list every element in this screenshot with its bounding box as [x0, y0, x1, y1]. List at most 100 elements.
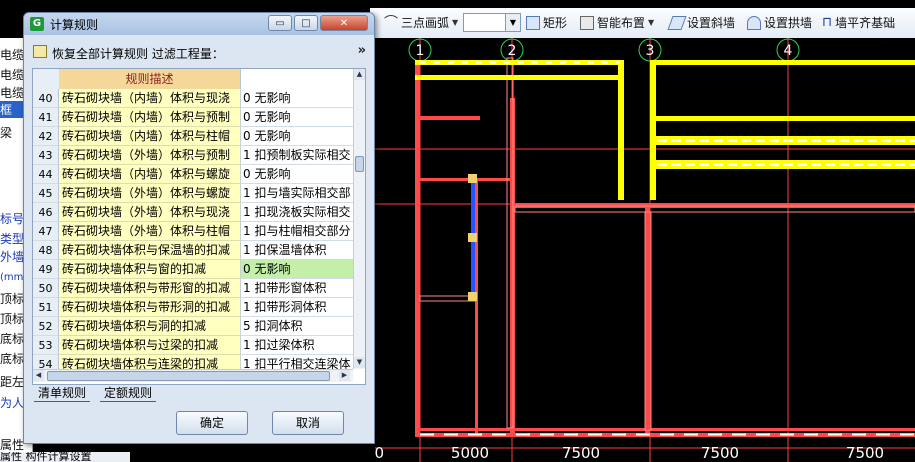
arc-icon: ⌒: [384, 15, 398, 31]
title-bar[interactable]: G 计算规则 ▭ □ ✕: [24, 13, 374, 35]
table-row[interactable]: 49 砖石砌块墙体积与窗的扣减 0 无影响: [33, 260, 353, 279]
table-row[interactable]: 52 砖石砌块墙体积与洞的扣减 5 扣洞体积: [33, 317, 353, 336]
rule-description: 砖石砌块墙（外墙）体积与现浇: [59, 203, 241, 222]
table-row[interactable]: 43 砖石砌块墙（外墙）体积与预制 1 扣预制板实际相交: [33, 146, 353, 165]
rule-description: 砖石砌块墙体积与洞的扣减: [59, 317, 241, 336]
rule-description: 砖石砌块墙（外墙）体积与螺旋: [59, 184, 241, 203]
table-row[interactable]: 45 砖石砌块墙（外墙）体积与螺旋 1 扣与墙实际相交部: [33, 184, 353, 203]
rect-icon: [526, 16, 540, 30]
chevron-down-icon: ▼: [648, 18, 655, 27]
vertical-scrollbar[interactable]: ▲ ▼: [353, 69, 365, 369]
table-row[interactable]: 44 砖石砌块墙（内墙）体积与螺旋 0 无影响: [33, 165, 353, 184]
rect-tool[interactable]: 矩形: [526, 13, 567, 33]
column-header-value[interactable]: [241, 69, 353, 90]
column-header-description[interactable]: 规则描述: [59, 69, 241, 90]
rule-value[interactable]: 5 扣洞体积: [241, 317, 353, 336]
beam-node: [468, 233, 477, 242]
scroll-down-icon[interactable]: ▼: [354, 357, 365, 368]
rule-value[interactable]: 1 扣预制板实际相交: [241, 146, 353, 165]
rule-description: 砖石砌块墙体积与过梁的扣减: [59, 336, 241, 355]
rule-value[interactable]: 0 无影响: [241, 89, 353, 108]
hatched-wall: [419, 295, 476, 302]
horizontal-scrollbar[interactable]: ◀ ▶: [33, 369, 353, 382]
scroll-up-icon[interactable]: ▲: [354, 69, 365, 80]
smart-layout-tool[interactable]: 智能布置 ▼: [580, 13, 654, 33]
table-row[interactable]: 50 砖石砌块墙体积与带形窗的扣减 1 扣带形窗体积: [33, 279, 353, 298]
rule-value[interactable]: 0 无影响: [241, 108, 353, 127]
rule-description: 砖石砌块墙体积与窗的扣减: [59, 260, 241, 279]
rule-value[interactable]: 1 扣带形洞体积: [241, 298, 353, 317]
tab-quota-rules[interactable]: 定额规则: [100, 385, 157, 402]
restore-rules-button[interactable]: 恢复全部计算规则 过滤工程量：: [52, 45, 224, 62]
rule-description: 砖石砌块墙（外墙）体积与柱帽: [59, 222, 241, 241]
axis-number: 1: [416, 43, 425, 59]
row-number: 52: [33, 317, 59, 336]
dimension-text: 7500: [846, 444, 884, 462]
vertical-scroll-thumb[interactable]: [355, 156, 364, 172]
scroll-right-icon[interactable]: ▶: [339, 370, 350, 381]
rule-value[interactable]: 1 扣保温墙体积: [241, 241, 353, 260]
rule-tabs: 清单规则 定额规则: [34, 385, 234, 403]
rule-value[interactable]: 1 扣现浇板实际相交: [241, 203, 353, 222]
restore-rules-icon[interactable]: [33, 45, 47, 58]
table-row[interactable]: 41 砖石砌块墙（内墙）体积与预制 0 无影响: [33, 108, 353, 127]
rule-description: 砖石砌块墙体积与保温墙的扣减: [59, 241, 241, 260]
row-number: 53: [33, 336, 59, 355]
rule-value[interactable]: 0 无影响: [241, 127, 353, 146]
cancel-button[interactable]: 取消: [272, 411, 344, 435]
wall: [650, 60, 915, 65]
table-row[interactable]: 53 砖石砌块墙体积与过梁的扣减 1 扣过梁体积: [33, 336, 353, 355]
cad-canvas[interactable]: 1 2 3 4 0 5000 7500 7500 7500: [375, 38, 915, 462]
rule-value[interactable]: 0 无影响: [241, 260, 353, 279]
horizontal-scroll-thumb[interactable]: [47, 371, 330, 381]
rule-value[interactable]: 1 扣与墙实际相交部: [241, 184, 353, 203]
toolbar-combo[interactable]: ▼: [463, 13, 521, 32]
table-row[interactable]: 42 砖石砌块墙（内墙）体积与柱帽 0 无影响: [33, 127, 353, 146]
row-number: 48: [33, 241, 59, 260]
beam-node: [468, 292, 477, 301]
arched-wall-tool[interactable]: 设置拱墙: [747, 13, 812, 33]
rule-description: 砖石砌块墙（内墙）体积与螺旋: [59, 165, 241, 184]
table-row[interactable]: 47 砖石砌块墙（外墙）体积与柱帽 1 扣与柱帽相交部分: [33, 222, 353, 241]
row-number: 43: [33, 146, 59, 165]
wall: [645, 208, 650, 433]
wall: [618, 60, 624, 200]
ok-button[interactable]: 确定: [176, 411, 248, 435]
rules-grid[interactable]: 规则描述 40 砖石砌块墙（内墙）体积与现浇 0 无影响 41 砖石砌块墙（内墙）体积与…: [32, 68, 366, 385]
dimension-text: 7500: [701, 444, 739, 462]
chevron-down-icon: ▼: [452, 18, 459, 27]
row-number: 41: [33, 108, 59, 127]
rule-value[interactable]: 1 扣过梁体积: [241, 336, 353, 355]
rule-value[interactable]: 1 扣与柱帽相交部分: [241, 222, 353, 241]
table-row[interactable]: 51 砖石砌块墙体积与带形洞的扣减 1 扣带形洞体积: [33, 298, 353, 317]
row-number: 44: [33, 165, 59, 184]
rule-description: 砖石砌块墙（外墙）体积与预制: [59, 146, 241, 165]
panel-bottom-tabs[interactable]: 属性 构件计算设置: [0, 452, 130, 462]
hatched-walls: [419, 57, 915, 431]
flush-wall-tool[interactable]: ⊓ 墙平齐基础: [822, 13, 895, 33]
arc-tool[interactable]: ⌒ 三点画弧 ▼: [384, 13, 458, 33]
wall: [475, 178, 478, 433]
rule-value[interactable]: 1 扣带形窗体积: [241, 279, 353, 298]
axis-bubbles: [408, 38, 800, 62]
slanted-wall-tool[interactable]: 设置斜墙: [667, 13, 735, 33]
table-row[interactable]: 48 砖石砌块墙体积与保温墙的扣减 1 扣保温墙体积: [33, 241, 353, 260]
dimension-text: 7500: [562, 444, 600, 462]
table-row[interactable]: 46 砖石砌块墙（外墙）体积与现浇 1 扣现浇板实际相交: [33, 203, 353, 222]
rule-description: 砖石砌块墙体积与带形洞的扣减: [59, 298, 241, 317]
close-icon[interactable]: ✕: [320, 15, 368, 31]
maximize-icon[interactable]: □: [294, 15, 318, 31]
dimension-text: 5000: [451, 444, 489, 462]
chevron-down-icon[interactable]: ▼: [505, 14, 520, 31]
scroll-left-icon[interactable]: ◀: [33, 370, 44, 381]
tab-bill-rules[interactable]: 清单规则: [34, 385, 91, 402]
expand-icon[interactable]: »: [358, 43, 366, 58]
app-icon: G: [30, 17, 44, 31]
grid-header: 规则描述: [33, 69, 353, 90]
dialog-title: 计算规则: [50, 18, 99, 32]
rule-value[interactable]: 0 无影响: [241, 165, 353, 184]
row-number: 40: [33, 89, 59, 108]
wall: [415, 75, 620, 80]
table-row[interactable]: 40 砖石砌块墙（内墙）体积与现浇 0 无影响: [33, 89, 353, 108]
minimize-icon[interactable]: ▭: [268, 15, 292, 31]
